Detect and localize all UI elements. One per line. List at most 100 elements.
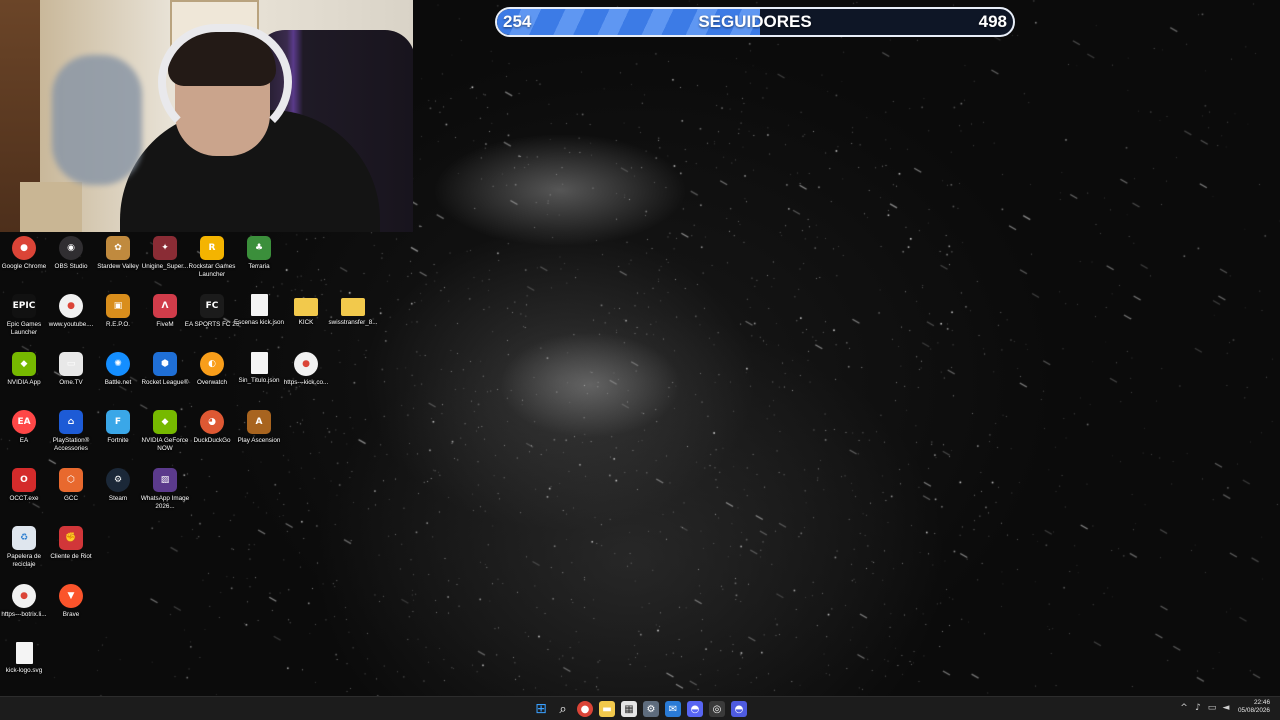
clock-time: 22:46	[1254, 699, 1270, 706]
desktop-icon[interactable]: Escenas kick.json	[234, 294, 284, 327]
occt-icon: O	[12, 468, 36, 492]
playstation-icon: ⌂	[59, 410, 83, 434]
terraria-icon: ♣	[247, 236, 271, 260]
chevron-up-icon[interactable]: ^	[1178, 702, 1190, 714]
webcam-overlay	[0, 0, 413, 232]
rockstar-icon: R	[200, 236, 224, 260]
desktop-icon[interactable]: ▭ Ome.TV	[47, 352, 95, 387]
epic-games-icon: EPIC	[12, 294, 36, 318]
image-file-icon: ▨	[153, 468, 177, 492]
desktop-icon[interactable]: ⬢ Rocket League®	[141, 352, 189, 387]
webcam-headset	[158, 24, 292, 140]
desktop-icon[interactable]: ✦ Unigine_Super...	[141, 236, 189, 271]
desktop-icon[interactable]: EA EA	[0, 410, 48, 445]
search-icon[interactable]: ⌕	[555, 701, 571, 717]
windows-start-icon[interactable]: ⊞	[533, 701, 549, 717]
discord-alt-icon[interactable]: ◓	[731, 701, 747, 717]
desktop-icon[interactable]: Λ FiveM	[141, 294, 189, 329]
desktop-icon[interactable]: ◕ DuckDuckGo	[188, 410, 236, 445]
desktop-icon[interactable]: FC EA SPORTS FC 26	[185, 294, 239, 329]
ea-fc-icon: FC	[200, 294, 224, 318]
settings-icon[interactable]: ⚙	[643, 701, 659, 717]
webcam-paper-bag	[20, 182, 82, 232]
brave-icon: ▼	[59, 584, 83, 608]
chrome-shortcut-icon: ●	[12, 584, 36, 608]
desktop-icon[interactable]: O OCCT.exe	[0, 468, 48, 503]
desktop-icon[interactable]: ▣ R.E.P.O.	[94, 294, 142, 329]
desktop-icon[interactable]: R Rockstar Games Launcher	[188, 236, 236, 278]
desktop-icon[interactable]: ✊ Cliente de Riot	[47, 526, 95, 561]
calendar-app-icon[interactable]: ▦	[621, 701, 637, 717]
fortnite-icon: F	[106, 410, 130, 434]
taskbar: ⊞ ⌕ ● ▬ ▦ ⚙ ✉ ◓ ◎ ◓ ^ ♪ ▭ ◄ 22:46 05/08/2026	[0, 696, 1280, 720]
desktop-icon-label: Cliente de Riot	[50, 553, 92, 560]
desktop-icon[interactable]: ✺ Battle.net	[94, 352, 142, 387]
stardew-icon: ✿	[106, 236, 130, 260]
microphone-icon[interactable]: ♪	[1192, 702, 1204, 714]
overwatch-icon: ◐	[200, 352, 224, 376]
desktop-icon[interactable]: ● https---botrix.li...	[0, 584, 48, 619]
desktop-icon[interactable]: ◉ OBS Studio	[47, 236, 95, 271]
rocket-league-icon: ⬢	[153, 352, 177, 376]
desktop-icon[interactable]: EPIC Epic Games Launcher	[0, 294, 48, 336]
chrome-shortcut-icon: ●	[59, 294, 83, 318]
desktop-icon-label: swisstransfer_8...	[328, 319, 378, 326]
desktop-icon[interactable]: ♣ Terraria	[235, 236, 283, 271]
gcc-icon: ⬡	[59, 468, 83, 492]
file-explorer-icon[interactable]: ▬	[599, 701, 615, 717]
desktop-icon[interactable]: ▼ Brave	[47, 584, 95, 619]
chrome-icon[interactable]: ●	[577, 701, 593, 717]
duckduckgo-icon: ◕	[200, 410, 224, 434]
desktop-icon[interactable]: Sin_Titulo.json	[235, 352, 283, 385]
follower-goal-bar: 254 SEGUIDORES 498	[495, 7, 1015, 37]
repo-icon: ▣	[106, 294, 130, 318]
desktop-icon[interactable]: ▨ WhatsApp Image 2026...	[141, 468, 189, 510]
mail-icon[interactable]: ✉	[665, 701, 681, 717]
desktop-icon[interactable]: ⬡ GCC	[47, 468, 95, 503]
desktop-icon[interactable]: ♻ Papelera de reciclaje	[0, 526, 48, 568]
ometv-icon: ▭	[59, 352, 83, 376]
unigine-icon: ✦	[153, 236, 177, 260]
desktop-icon[interactable]: KICK	[282, 294, 330, 327]
follower-goal-label: SEGUIDORES	[698, 12, 812, 31]
desktop-icon[interactable]: ✿ Stardew Valley	[94, 236, 142, 271]
nvidia-icon: ◆	[12, 352, 36, 376]
battlenet-icon: ✺	[106, 352, 130, 376]
desktop-icon[interactable]: ● www.youtube....	[47, 294, 95, 329]
folder-icon	[294, 298, 318, 316]
steam-icon: ⚙	[106, 468, 130, 492]
fivem-icon: Λ	[153, 294, 177, 318]
desktop-icon[interactable]: ● Google Chrome	[0, 236, 48, 271]
chrome-shortcut-icon: ●	[294, 352, 318, 376]
desktop-icon[interactable]: ◆ NVIDIA GeForce NOW	[141, 410, 189, 452]
desktop-icon[interactable]: A Play Ascension	[235, 410, 283, 445]
desktop-icon-label: https---kick.co...	[283, 379, 329, 386]
taskbar-clock[interactable]: 22:46 05/08/2026	[1230, 699, 1270, 715]
desktop-icon[interactable]: ● https---kick.co...	[282, 352, 330, 387]
desktop-icon[interactable]: swisstransfer_8...	[329, 294, 378, 327]
streaming-app-icon[interactable]: ◎	[709, 701, 725, 717]
json-file-icon	[250, 352, 268, 374]
svg-file-icon	[15, 642, 33, 664]
desktop-icon[interactable]: ⌂ PlayStation® Accessories	[47, 410, 95, 452]
folder-icon	[341, 298, 365, 316]
json-file-icon	[250, 294, 268, 316]
webcam-waving-hand	[52, 55, 142, 185]
desktop-icon-label: kick-logo.svg	[5, 667, 43, 674]
riot-client-icon: ✊	[59, 526, 83, 550]
follower-goal-target: 498	[978, 12, 1007, 31]
ea-icon: EA	[12, 410, 36, 434]
desktop-icon[interactable]: ⚙ Steam	[94, 468, 142, 503]
desktop-icon-label: WhatsApp Image 2026...	[140, 495, 190, 510]
desktop-icon-label: Play Ascension	[237, 437, 281, 444]
chrome-icon: ●	[12, 236, 36, 260]
desktop-icon[interactable]: ◆ NVIDIA App	[0, 352, 48, 387]
desktop-icon[interactable]: ◐ Overwatch	[188, 352, 236, 387]
geforce-now-icon: ◆	[153, 410, 177, 434]
obs-icon: ◉	[59, 236, 83, 260]
desktop-icon[interactable]: kick-logo.svg	[0, 642, 48, 675]
discord-icon[interactable]: ◓	[687, 701, 703, 717]
recycle-bin-icon: ♻	[12, 526, 36, 550]
desktop-icon[interactable]: F Fortnite	[94, 410, 142, 445]
network-icon[interactable]: ▭	[1206, 702, 1218, 714]
